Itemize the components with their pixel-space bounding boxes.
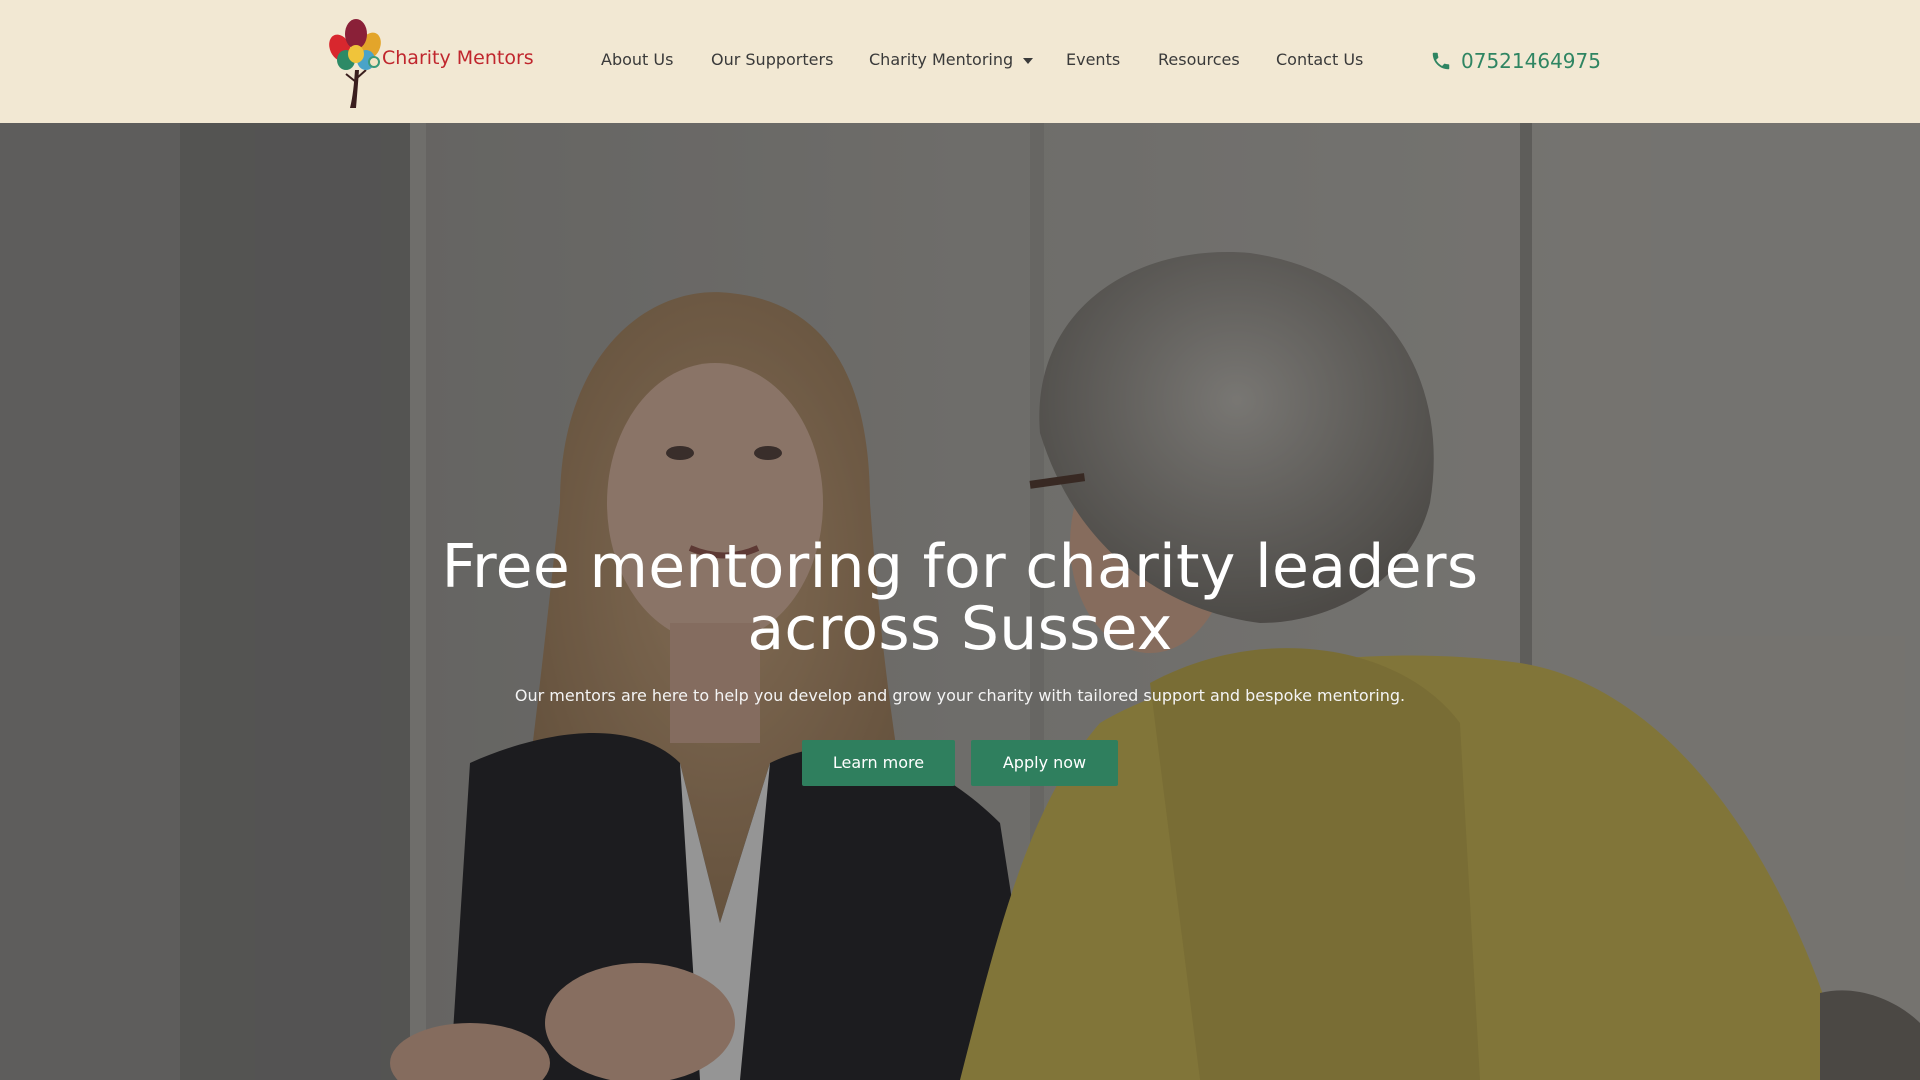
hero-section: Free mentoring for charity leaders acros… xyxy=(0,123,1920,1080)
hero-subtitle: Our mentors are here to help you develop… xyxy=(514,686,1406,705)
nav-resources[interactable]: Resources xyxy=(1158,50,1240,69)
logo-graphic xyxy=(329,19,381,108)
chevron-down-icon xyxy=(1023,57,1034,64)
nav-charity-mentoring[interactable]: Charity Mentoring xyxy=(869,50,1034,69)
nav-about-us[interactable]: About Us xyxy=(601,50,673,69)
nav-our-supporters[interactable]: Our Supporters xyxy=(711,50,833,69)
tree-logo-icon[interactable] xyxy=(326,12,386,112)
apply-now-button[interactable]: Apply now xyxy=(971,740,1118,786)
nav-charity-mentoring-label: Charity Mentoring xyxy=(869,50,1014,69)
hero-title: Free mentoring for charity leaders acros… xyxy=(441,532,1479,664)
phone-link[interactable]: 07521464975 xyxy=(1430,47,1601,75)
nav-events[interactable]: Events xyxy=(1066,50,1120,69)
learn-more-button[interactable]: Learn more xyxy=(802,740,955,786)
brand-name[interactable]: Charity Mentors xyxy=(382,47,534,69)
phone-icon xyxy=(1432,52,1450,70)
site-header: Charity Mentors About Us Our Supporters … xyxy=(0,0,1920,123)
nav-contact-us[interactable]: Contact Us xyxy=(1276,50,1363,69)
phone-number: 07521464975 xyxy=(1461,49,1601,73)
